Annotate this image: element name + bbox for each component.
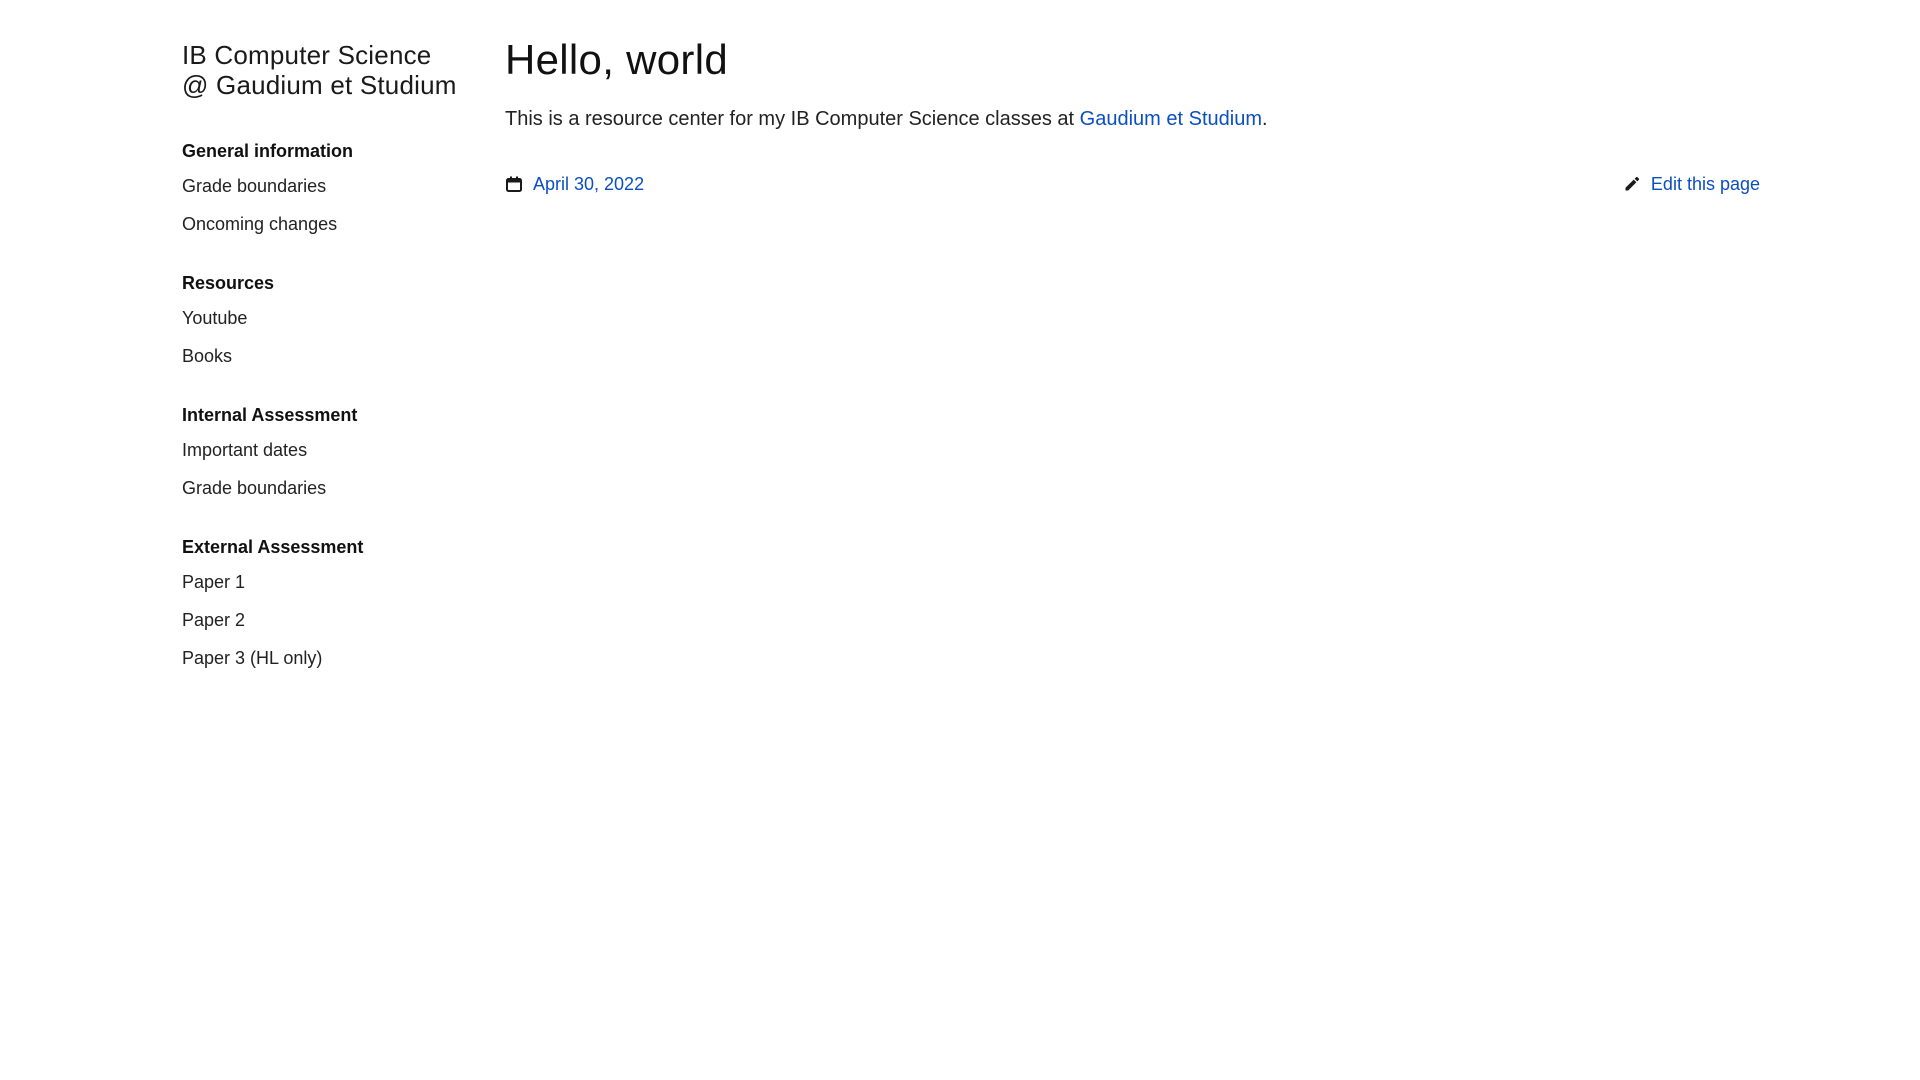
nav-group-internal-assessment: Internal Assessment Important dates Grad… <box>182 404 482 499</box>
nav-heading-resources: Resources <box>182 273 275 293</box>
page-title: Hello, world <box>505 36 729 83</box>
nav-heading-internal-assessment: Internal Assessment <box>182 405 358 425</box>
nav-item-youtube[interactable]: Youtube <box>182 307 482 329</box>
page-meta: April 30, 2022 Edit this page <box>505 172 1760 196</box>
calendar-icon <box>505 175 523 193</box>
nav-item-paper-1[interactable]: Paper 1 <box>182 571 482 593</box>
intro-text: This is a resource center for my IB Comp… <box>505 108 1080 130</box>
nav-item-paper-2[interactable]: Paper 2 <box>182 609 482 631</box>
site-title-line1: IB Computer Science <box>182 40 432 70</box>
pencil-icon <box>1623 175 1641 193</box>
nav-item-grade-boundaries[interactable]: Grade boundaries <box>182 175 482 197</box>
nav-group-resources: Resources Youtube Books <box>182 272 482 367</box>
nav-group-general-information: General information Grade boundaries Onc… <box>182 140 482 235</box>
nav-item-oncoming-changes[interactable]: Oncoming changes <box>182 213 482 235</box>
sidebar: IB Computer Science @ Gaudium et Studium… <box>182 40 482 669</box>
nav-heading-general-information: General information <box>182 141 354 161</box>
page: IB Computer Science @ Gaudium et Studium… <box>0 0 1920 1080</box>
school-link[interactable]: Gaudium et Studium <box>1080 108 1262 130</box>
nav-group-external-assessment: External Assessment Paper 1 Paper 2 Pape… <box>182 536 482 669</box>
intro-paragraph: This is a resource center for my IB Comp… <box>505 106 1760 132</box>
intro-end: . <box>1262 108 1268 130</box>
date-info: April 30, 2022 <box>505 172 644 196</box>
nav-item-important-dates[interactable]: Important dates <box>182 439 482 461</box>
nav-item-paper-3[interactable]: Paper 3 (HL only) <box>182 647 482 669</box>
edit-page: Edit this page <box>1623 172 1760 196</box>
nav-item-books[interactable]: Books <box>182 345 482 367</box>
main-content: Hello, world This is a resource center f… <box>505 36 1760 196</box>
edit-page-link[interactable]: Edit this page <box>1651 172 1760 196</box>
site-title-link[interactable]: IB Computer Science @ Gaudium et Studium <box>182 40 482 100</box>
nav-heading-external-assessment: External Assessment <box>182 537 364 557</box>
date-link[interactable]: April 30, 2022 <box>533 172 644 196</box>
site-title-line2: @ Gaudium et Studium <box>182 70 457 100</box>
nav-item-ia-grade-boundaries[interactable]: Grade boundaries <box>182 477 482 499</box>
